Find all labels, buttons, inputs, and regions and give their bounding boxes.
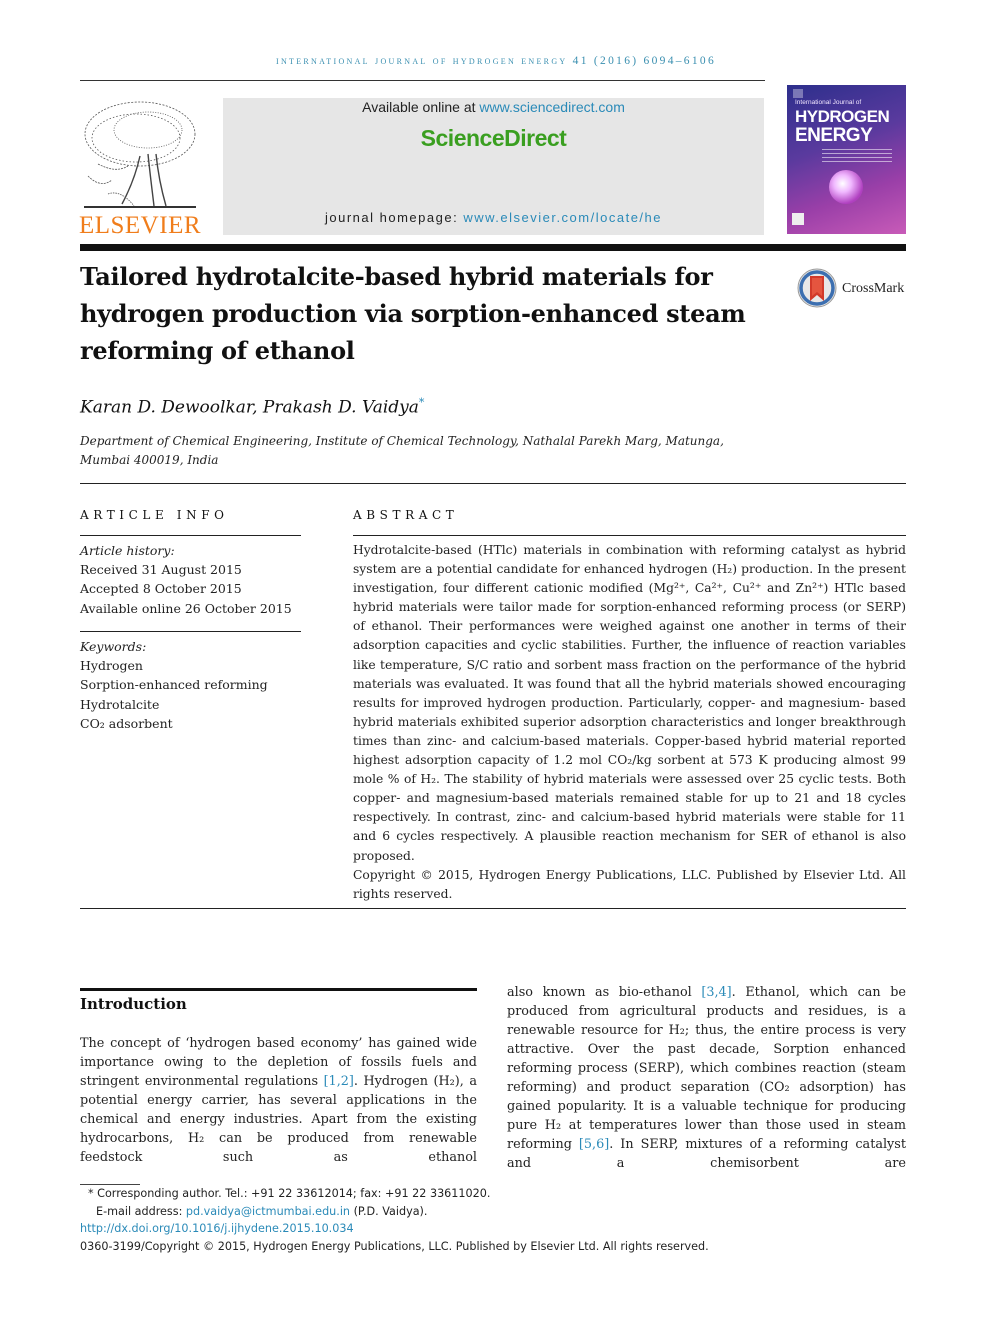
introduction-column-1: The concept of ‘hydrogen based economy’ … xyxy=(80,1034,477,1167)
article-title: Tailored hydrotalcite-based hybrid mater… xyxy=(80,262,746,365)
cover-title-hydrogen: HYDROGEN xyxy=(795,107,890,126)
footnotes: * Corresponding author. Tel.: +91 22 336… xyxy=(80,1184,780,1255)
keywords-label: Keywords: xyxy=(80,639,147,654)
introduction-heading: Introduction xyxy=(80,995,187,1013)
email-owner: (P.D. Vaidya). xyxy=(350,1204,428,1218)
citation-link[interactable]: [5,6] xyxy=(579,1137,609,1152)
cover-elsevier-mark xyxy=(793,89,803,98)
running-head: INTERNATIONAL JOURNAL OF HYDROGEN ENERGY… xyxy=(275,55,717,67)
sciencedirect-link[interactable]: www.sciencedirect.com xyxy=(479,99,625,115)
journal-cover: International Journal of HYDROGEN ENERGY xyxy=(787,85,906,234)
history-received: Received 31 August 2015 xyxy=(80,562,242,578)
introduction-column-2: also known as bio-ethanol [3,4]. Ethanol… xyxy=(507,983,906,1173)
doi-link[interactable]: http://dx.doi.org/10.1016/j.ijhydene.201… xyxy=(80,1222,354,1235)
introduction-paragraph: also known as bio-ethanol [3,4]. Ethanol… xyxy=(507,983,906,1173)
keyword-item: Hydrogen xyxy=(80,658,143,674)
corresponding-author-marker[interactable]: * xyxy=(419,396,425,409)
title-rule xyxy=(80,244,906,251)
history-available-online: Available online 26 October 2015 xyxy=(80,600,292,616)
abstract-text: Hydrotalcite-based (HTlc) materials in c… xyxy=(353,543,906,863)
divider xyxy=(80,535,301,536)
keyword-item: CO₂ adsorbent xyxy=(80,715,173,731)
article-history-label: Article history: xyxy=(80,543,175,558)
abstract-body: Hydrotalcite-based (HTlc) materials in c… xyxy=(353,541,906,904)
history-accepted: Accepted 8 October 2015 xyxy=(80,581,242,597)
introduction-paragraph: The concept of ‘hydrogen based economy’ … xyxy=(80,1034,477,1167)
divider xyxy=(80,908,906,909)
citation-link[interactable]: [1,2] xyxy=(324,1074,354,1089)
email-label: E-mail address: xyxy=(96,1204,186,1218)
keyword-item: Sorption-enhanced reforming xyxy=(80,677,268,693)
affiliation: Department of Chemical Engineering, Inst… xyxy=(80,434,724,467)
header-rule xyxy=(80,80,765,81)
cover-orb-graphic xyxy=(829,170,863,204)
email-link[interactable]: pd.vaidya@ictmumbai.edu.in xyxy=(186,1205,350,1218)
journal-homepage-line: journal homepage: www.elsevier.com/locat… xyxy=(223,210,764,225)
divider xyxy=(80,631,301,632)
crossmark-button[interactable]: CrossMark xyxy=(797,268,907,308)
divider xyxy=(80,483,906,484)
cover-society-logo xyxy=(792,213,804,225)
crossmark-icon xyxy=(797,268,837,308)
intro-text: also known as bio-ethanol xyxy=(507,985,702,1000)
crossmark-label: CrossMark xyxy=(842,281,905,296)
cover-subtitle: International Journal of xyxy=(795,99,862,106)
cover-editors xyxy=(822,149,892,165)
issn-copyright: 0360-3199/Copyright © 2015, Hydrogen Ene… xyxy=(80,1239,709,1253)
keywords: Keywords: Hydrogen Sorption-enhanced ref… xyxy=(80,637,301,733)
article-info-heading: ARTICLE INFO xyxy=(80,508,229,522)
available-online-label: Available online at xyxy=(362,99,480,115)
available-online-line: Available online at www.sciencedirect.co… xyxy=(223,99,764,115)
abstract-copyright: Copyright © 2015, Hydrogen Energy Public… xyxy=(353,867,906,901)
article-history: Article history: Received 31 August 2015… xyxy=(80,541,301,618)
journal-homepage-label: journal homepage: xyxy=(325,210,464,225)
intro-text: . Ethanol, which can be produced from ag… xyxy=(507,985,906,1152)
abstract-heading: ABSTRACT xyxy=(353,508,459,522)
divider xyxy=(353,535,906,536)
authors-text: Karan D. Dewoolkar, Prakash D. Vaidya xyxy=(80,397,419,418)
author-list: Karan D. Dewoolkar, Prakash D. Vaidya* xyxy=(80,396,424,418)
cover-title-energy: ENERGY xyxy=(795,125,873,146)
citation-link[interactable]: [3,4] xyxy=(701,985,731,1000)
corresponding-author-note: * Corresponding author. Tel.: +91 22 336… xyxy=(88,1187,491,1200)
introduction-rule xyxy=(80,988,477,991)
keyword-item: Hydrotalcite xyxy=(80,696,160,712)
journal-homepage-link[interactable]: www.elsevier.com/locate/he xyxy=(463,210,662,225)
sciencedirect-brand: ScienceDirect xyxy=(420,125,567,151)
publisher-name: ELSEVIER xyxy=(78,212,202,239)
email-note: E-mail address: pd.vaidya@ictmumbai.edu.… xyxy=(80,1203,780,1221)
